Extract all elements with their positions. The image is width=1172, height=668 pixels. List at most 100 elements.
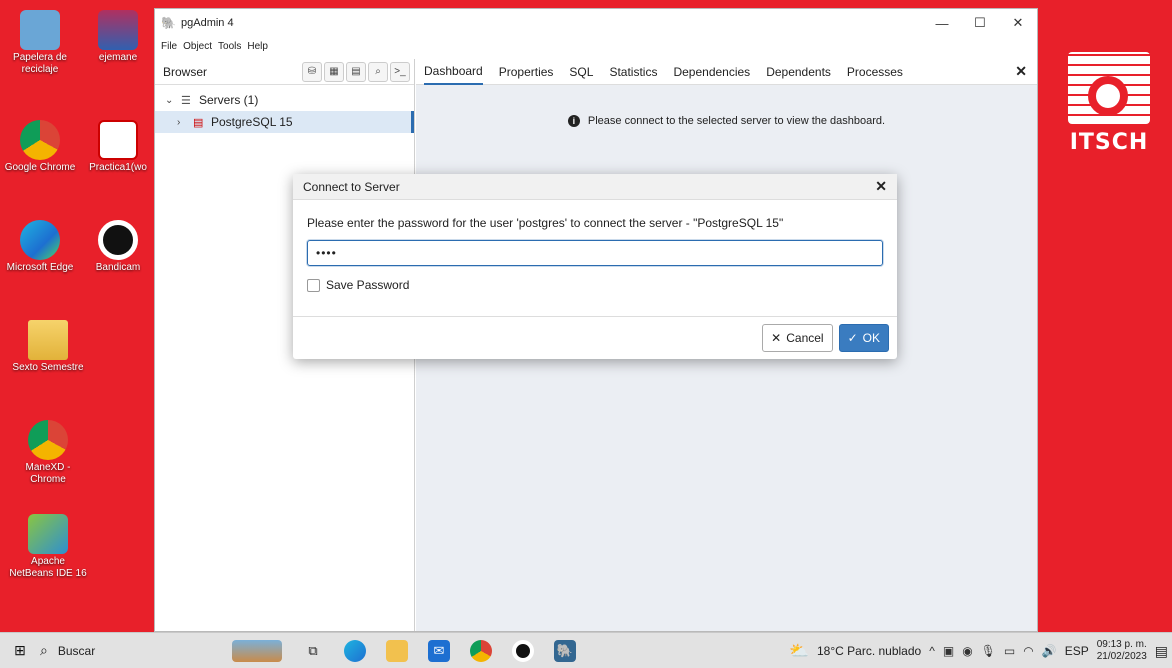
window-controls: — ☐ ✕ [923, 9, 1037, 37]
ok-label: OK [862, 331, 880, 345]
desktop-icon-label: ejemane [98, 52, 138, 63]
tree-node-servers[interactable]: ⌄ ☰ Servers (1) [155, 89, 414, 111]
chevron-up-icon[interactable]: ^ [929, 644, 935, 658]
recycle-bin-icon [20, 10, 60, 50]
close-icon: ✕ [771, 331, 782, 345]
desktop-icon-google-chrome[interactable]: Google Chrome [0, 120, 80, 174]
desktop-icon-recycle-bin[interactable]: Papelera de reciclaje [0, 10, 80, 76]
microphone-icon[interactable]: 🎙 [981, 644, 996, 658]
browser-title: Browser [163, 64, 208, 79]
menu-bar: File Object Tools Help [155, 37, 1037, 55]
tab-dependents[interactable]: Dependents [766, 59, 831, 85]
psql-tool-icon[interactable]: >_ [390, 61, 410, 82]
archive-icon [98, 10, 138, 50]
mail-icon[interactable]: ✉ [428, 640, 450, 662]
file-explorer-icon[interactable] [386, 640, 408, 662]
desktop-icon-sexto-semestre[interactable]: Sexto Semestre [8, 320, 88, 374]
tab-dependencies[interactable]: Dependencies [673, 59, 750, 85]
chevron-down-icon[interactable]: ⌄ [165, 95, 177, 106]
system-tray: ⛅ 18°C Parc. nublado ^ ▣ ◉ 🎙 ▭ ◠ 🔊 ESP 0… [789, 633, 1168, 668]
dashboard-message-text: Please connect to the selected server to… [587, 115, 886, 127]
tab-properties[interactable]: Properties [499, 59, 554, 85]
desktop-icon-bandicam[interactable]: Bandicam [78, 220, 158, 274]
tab-dashboard[interactable]: Dashboard [424, 59, 483, 85]
desktop-icon-label: Sexto Semestre [12, 362, 84, 373]
tree-node-label: Servers (1) [199, 93, 259, 107]
close-tab-icon[interactable]: ✕ [1015, 63, 1027, 80]
desktop-icon-label: Microsoft Edge [6, 262, 74, 273]
volume-icon[interactable]: 🔊 [1042, 644, 1057, 658]
tab-statistics[interactable]: Statistics [609, 59, 657, 85]
password-input[interactable]: •••• [307, 240, 883, 266]
desktop-icon-ejemane[interactable]: ejemane [78, 10, 158, 64]
object-tree: ⌄ ☰ Servers (1) › ▤ PostgreSQL 15 [155, 85, 414, 133]
menu-file[interactable]: File [161, 41, 177, 52]
menu-tools[interactable]: Tools [218, 41, 241, 52]
tab-processes[interactable]: Processes [847, 59, 903, 85]
bandicam-taskbar-icon[interactable] [512, 640, 534, 662]
desktop-icon-label: Apache NetBeans IDE 16 [9, 556, 87, 579]
chrome-taskbar-icon[interactable] [470, 640, 492, 662]
city-thumbnail-icon[interactable] [232, 640, 282, 662]
query-tool-icon[interactable]: ⛁ [302, 61, 322, 82]
weather-text[interactable]: 18°C Parc. nublado [817, 644, 921, 658]
app-tray-icon[interactable]: ◉ [962, 644, 972, 658]
tree-node-label: PostgreSQL 15 [211, 115, 293, 129]
maximize-button[interactable]: ☐ [961, 9, 999, 37]
save-password-checkbox[interactable] [307, 278, 320, 292]
taskbar: ⊞ ⌕ Buscar ⧉ ✉ 🐘 ⛅ 18°C Parc. nublado ^ … [0, 632, 1172, 668]
search-objects-icon[interactable]: ⌕ [368, 61, 388, 82]
desktop-icon-netbeans[interactable]: Apache NetBeans IDE 16 [8, 514, 88, 580]
dialog-title: Connect to Server [303, 179, 400, 194]
taskbar-search[interactable]: ⌕ Buscar [40, 633, 190, 668]
notification-icon[interactable]: ▤ [1155, 643, 1168, 660]
desktop-icon-label: Papelera de reciclaje [13, 52, 67, 75]
filter-rows-icon[interactable]: ▤ [346, 61, 366, 82]
search-label: Buscar [57, 643, 96, 658]
pgadmin-taskbar-icon[interactable]: 🐘 [554, 640, 576, 662]
tree-node-postgresql-15[interactable]: › ▤ PostgreSQL 15 [155, 111, 414, 133]
battery-icon[interactable]: ▭ [1004, 644, 1015, 658]
desktop-icon-label: ManeXD - Chrome [25, 462, 71, 485]
desktop-icon-practica1[interactable]: Practica1(wo [78, 120, 158, 174]
close-dialog-icon[interactable]: ✕ [875, 178, 887, 195]
itsch-logo: ITSCH [1062, 46, 1156, 158]
language-indicator[interactable]: ESP [1065, 644, 1089, 658]
chevron-right-icon[interactable]: › [177, 117, 189, 128]
dialog-prompt: Please enter the password for the user '… [307, 216, 784, 230]
desktop-icon-label: Google Chrome [4, 162, 76, 173]
ok-button[interactable]: ✓ OK [838, 324, 889, 352]
clock[interactable]: 09:13 p. m. 21/02/2023 [1097, 639, 1147, 663]
view-data-icon[interactable]: ▦ [324, 61, 344, 82]
camera-tray-icon[interactable]: ▣ [943, 644, 954, 658]
dialog-footer: ✕ Cancel ✓ OK [293, 316, 897, 359]
dialog-header: Connect to Server ✕ [293, 174, 897, 200]
title-bar: 🐘 pgAdmin 4 — ☐ ✕ [155, 9, 1037, 37]
browser-header: Browser ⛁ ▦ ▤ ⌕ >_ [155, 59, 414, 85]
dialog-body: Please enter the password for the user '… [293, 200, 897, 292]
folder-icon [28, 320, 68, 360]
desktop-icon-label: Bandicam [95, 262, 141, 273]
desktop-icon-microsoft-edge[interactable]: Microsoft Edge [0, 220, 80, 274]
search-icon: ⌕ [40, 642, 48, 658]
windows-start-icon[interactable]: ⊞ [0, 633, 40, 668]
task-view-icon[interactable]: ⧉ [302, 640, 324, 662]
save-password-row[interactable]: Save Password [307, 278, 883, 292]
desktop-icon-manexd-chrome[interactable]: ManeXD - Chrome [8, 420, 88, 486]
cancel-button[interactable]: ✕ Cancel [762, 324, 833, 352]
clock-time: 09:13 p. m. [1096, 639, 1147, 650]
logo-text: ITSCH [1069, 130, 1149, 155]
menu-help[interactable]: Help [247, 41, 268, 52]
clock-date: 21/02/2023 [1096, 651, 1147, 662]
menu-object[interactable]: Object [183, 41, 212, 52]
browser-toolbar: ⛁ ▦ ▤ ⌕ >_ [302, 61, 414, 82]
minimize-button[interactable]: — [923, 9, 961, 37]
desktop-icon-label: Practica1(wo [89, 162, 147, 173]
wifi-icon[interactable]: ◠ [1023, 644, 1033, 658]
tab-sql[interactable]: SQL [569, 59, 593, 85]
tab-bar: Dashboard Properties SQL Statistics Depe… [416, 59, 1037, 85]
dashboard-message: i Please connect to the selected server t… [416, 115, 1037, 127]
edge-taskbar-icon[interactable] [344, 640, 366, 662]
close-window-button[interactable]: ✕ [999, 9, 1037, 37]
pgadmin-elephant-icon: 🐘 [161, 16, 176, 30]
